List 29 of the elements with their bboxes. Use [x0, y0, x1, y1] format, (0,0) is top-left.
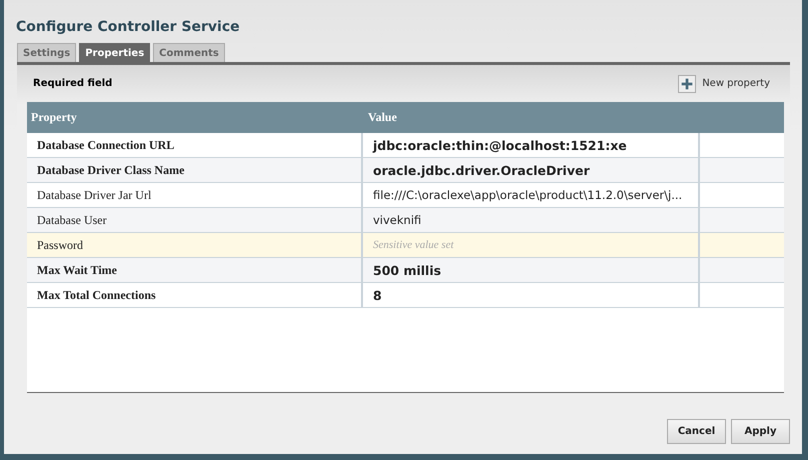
property-row[interactable]: Password Sensitive value set — [27, 233, 784, 258]
property-name: Database User — [37, 212, 107, 228]
column-header: Property — [30, 110, 78, 125]
column-header: Value — [367, 110, 398, 125]
property-name: Database Connection URL — [37, 138, 174, 152]
property-row[interactable]: Database Driver Class Name oracle.jdbc.driver.OracleDriver — [27, 158, 784, 183]
tab[interactable]: Settings — [17, 43, 76, 62]
property-row[interactable]: Max Wait Time 500 millis — [27, 258, 784, 283]
new-property-button[interactable]: New property — [678, 74, 770, 92]
property-name: Max Wait Time — [37, 262, 118, 278]
property-value[interactable]: file:///C:\oraclexe\app\oracle\product\11.2.0\server\j... — [373, 188, 682, 202]
dialog-button[interactable]: Cancel — [667, 419, 726, 444]
dialog-title: Configure Controller Service — [16, 19, 241, 35]
tab[interactable]: Comments — [153, 43, 225, 62]
property-value[interactable]: viveknifi — [373, 213, 422, 227]
property-row[interactable]: Max Total Connections 8 — [27, 283, 784, 308]
dialog-button[interactable]: Apply — [731, 419, 790, 444]
property-value[interactable]: 500 millis — [373, 262, 442, 278]
property-name: Database Driver Class Name — [37, 162, 184, 178]
property-value[interactable]: 8 — [373, 288, 382, 302]
property-name: Max Total Connections — [37, 288, 156, 302]
tab[interactable]: Properties — [79, 43, 150, 62]
property-value[interactable]: jdbc:oracle:thin:@localhost:1521:xe — [373, 138, 627, 152]
property-row[interactable]: Database User viveknifi — [27, 208, 784, 233]
property-name: Password — [37, 238, 84, 252]
property-value[interactable]: oracle.jdbc.driver.OracleDriver — [373, 162, 590, 178]
property-name: Database Driver Jar Url — [37, 188, 152, 202]
required-field-note: Required field — [33, 78, 112, 89]
plus-icon — [678, 74, 696, 92]
